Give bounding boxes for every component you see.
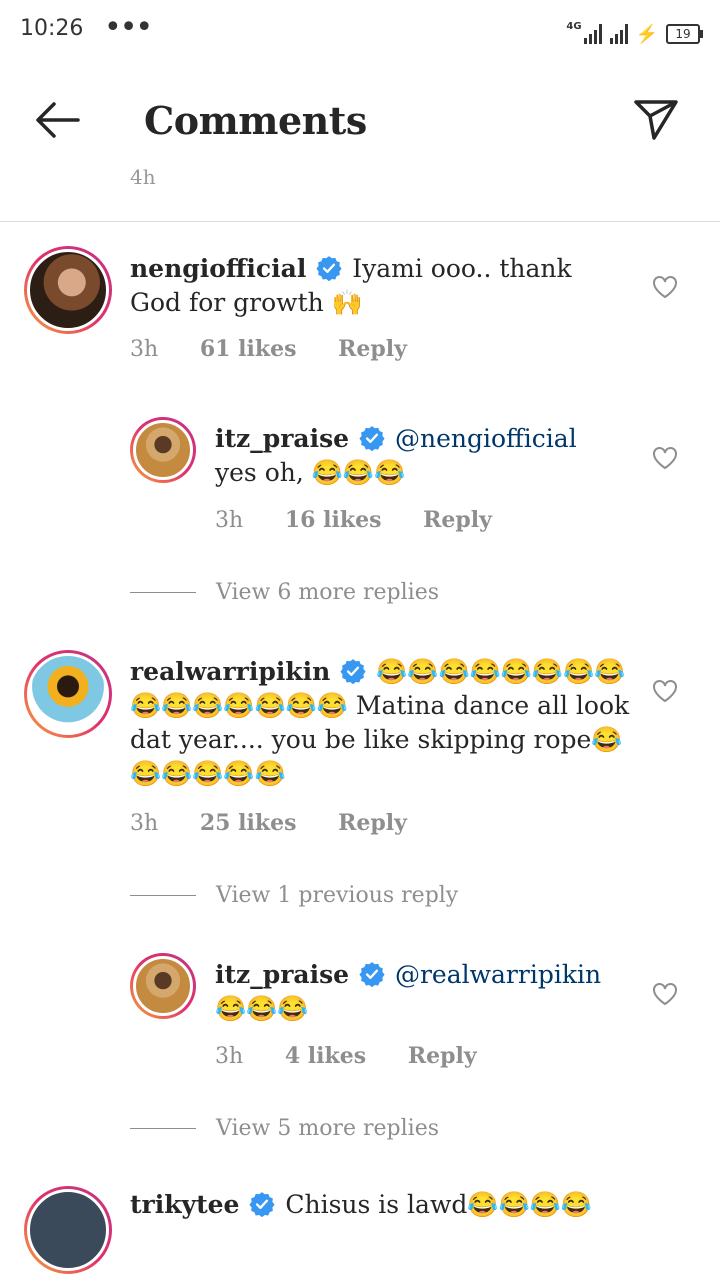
view-replies-button[interactable]: View 6 more replies (130, 580, 439, 605)
notification-dots: ••• (104, 10, 153, 45)
comment-text: trikytee Chisus is lawd😂😂😂😂 (130, 1188, 630, 1222)
divider-line (130, 592, 196, 593)
like-heart-icon[interactable] (652, 275, 678, 299)
avatar[interactable] (24, 650, 112, 738)
avatar[interactable] (130, 417, 196, 483)
network-type: 4G (566, 21, 582, 32)
avatar[interactable] (130, 953, 196, 1019)
comment-time: 3h (130, 337, 159, 362)
verified-badge-icon (316, 256, 342, 281)
page-title: Comments (144, 98, 367, 143)
likes-count[interactable]: 61 likes (200, 336, 297, 362)
signal-icon (583, 24, 602, 44)
likes-count[interactable]: 16 likes (285, 507, 382, 533)
view-replies-label[interactable]: View 1 previous reply (216, 883, 458, 908)
comment-body: 😂😂😂 (215, 994, 309, 1023)
like-heart-icon[interactable] (652, 982, 678, 1006)
comment-body: yes oh, 😂😂😂 (215, 458, 406, 487)
comment-meta: 3h 25 likes Reply (130, 810, 407, 836)
mention-link[interactable]: @realwarripikin (395, 960, 601, 989)
reply-text: itz_praise @realwarripikin 😂😂😂 (215, 958, 635, 1026)
verified-badge-icon (359, 426, 385, 451)
reply-button[interactable]: Reply (408, 1043, 477, 1069)
divider (0, 221, 720, 222)
signal-icon-2 (609, 24, 628, 44)
status-icons: 4G ⚡ 19 (566, 14, 703, 45)
verified-badge-icon (249, 1192, 275, 1217)
comment-text: realwarripikin 😂😂😂😂😂😂😂😂😂😂😂😂😂😂😂 Matina da… (130, 655, 630, 791)
send-icon[interactable] (632, 98, 680, 142)
comment-meta: 3h 61 likes Reply (130, 336, 407, 362)
likes-count[interactable]: 25 likes (200, 810, 297, 836)
mention-link[interactable]: @nengiofficial (395, 424, 577, 453)
comment-meta: 3h 4 likes Reply (215, 1043, 477, 1069)
verified-badge-icon (340, 659, 366, 684)
divider-line (130, 1128, 196, 1129)
charging-icon: ⚡ (635, 24, 658, 45)
verified-badge-icon (359, 962, 385, 987)
comment-meta: 3h 16 likes Reply (215, 507, 492, 533)
comment-username[interactable]: itz_praise (215, 424, 349, 453)
reply-text: itz_praise @nengiofficial yes oh, 😂😂😂 (215, 422, 635, 490)
comment-username[interactable]: itz_praise (215, 960, 349, 989)
like-heart-icon[interactable] (652, 446, 678, 470)
comment-username[interactable]: nengiofficial (130, 254, 306, 283)
status-time: 10:26 (20, 16, 84, 41)
comment-time: 3h (130, 811, 159, 836)
reply-button[interactable]: Reply (423, 507, 492, 533)
comment-text: nengiofficial Iyami ooo.. thank God for … (130, 252, 630, 320)
reply-button[interactable]: Reply (338, 336, 407, 362)
likes-count[interactable]: 4 likes (285, 1043, 366, 1069)
comment-username[interactable]: realwarripikin (130, 657, 330, 686)
reply-button[interactable]: Reply (338, 810, 407, 836)
comment-time: 3h (215, 1044, 244, 1069)
partial-time: 4h (130, 165, 156, 189)
view-replies-label[interactable]: View 6 more replies (216, 580, 439, 605)
like-heart-icon[interactable] (652, 679, 678, 703)
view-replies-button[interactable]: View 5 more replies (130, 1116, 439, 1141)
avatar[interactable] (24, 246, 112, 334)
view-replies-label[interactable]: View 5 more replies (216, 1116, 439, 1141)
avatar[interactable] (24, 1186, 112, 1274)
battery-icon: 19 (666, 24, 703, 44)
view-replies-button[interactable]: View 1 previous reply (130, 883, 458, 908)
comment-time: 3h (215, 508, 244, 533)
back-arrow-icon[interactable] (32, 98, 82, 142)
divider-line (130, 895, 196, 896)
